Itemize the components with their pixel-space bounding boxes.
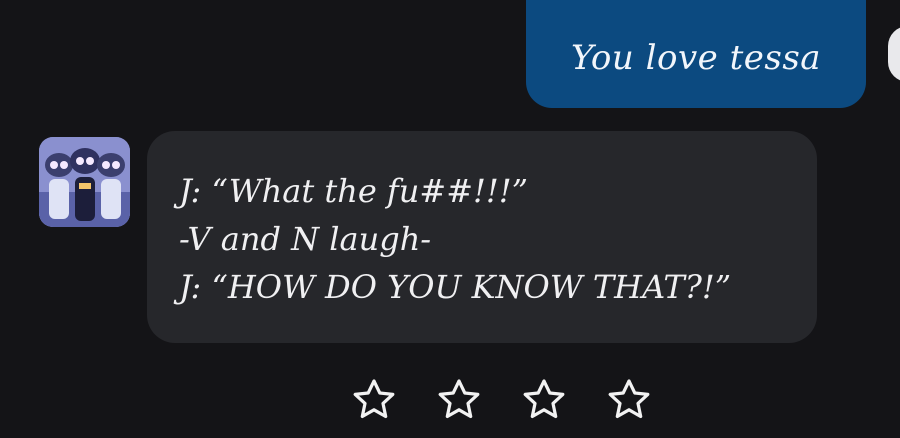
user-message-text: You love tessa: [570, 38, 822, 78]
bot-message-line: J: “HOW DO YOU KNOW THAT?!”: [179, 268, 732, 306]
star-outline-icon[interactable]: [607, 378, 651, 422]
bot-message-bubble: J: “What the fu##!!!” -V and N laugh- J:…: [147, 131, 817, 343]
user-message-bubble: You love tessa: [526, 0, 866, 108]
user-avatar[interactable]: [888, 26, 900, 82]
bot-message-line: -V and N laugh-: [179, 220, 432, 258]
bot-avatar[interactable]: [39, 137, 130, 227]
star-outline-icon[interactable]: [352, 378, 396, 422]
bot-message-line: J: “What the fu##!!!”: [179, 172, 528, 210]
star-outline-icon[interactable]: [437, 378, 481, 422]
message-rating: [352, 378, 651, 438]
star-outline-icon[interactable]: [522, 378, 566, 422]
